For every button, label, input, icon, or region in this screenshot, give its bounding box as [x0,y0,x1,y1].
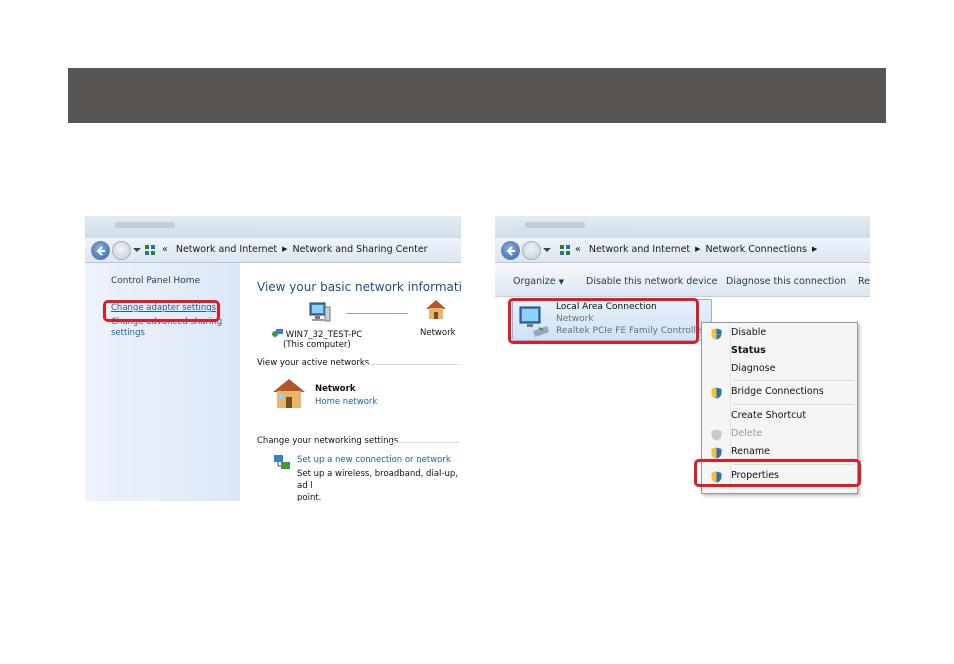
setup-connection-link[interactable]: Set up a new connection or network [297,455,451,465]
address-bar[interactable]: « Network and Internet ▶ Network Connectio… [495,238,870,263]
menu-separator [733,380,854,381]
menu-item-rename[interactable]: Rename [731,446,770,457]
setup-network-icon [274,455,290,469]
advanced-line-2: settings [111,328,145,338]
menu-item-delete: Delete [731,428,763,439]
breadcrumb[interactable]: « Network and Internet ▶ Network Connectio… [575,244,822,255]
menu-item-disable[interactable]: Disable [731,327,766,338]
organize-label: Organize [513,276,556,287]
diagnose-connection-button[interactable]: Diagnose this connection [726,276,846,287]
header-banner [68,68,886,123]
computer-name-text: WIN7_32_TEST-PC [285,330,363,340]
command-toolbar: Organize ▼ Disable this network device D… [495,263,870,297]
setup-desc-line-2: point. [297,493,322,501]
page-title: View your basic network information ar [257,280,461,294]
main-content: View your basic network information ar W… [240,263,461,501]
breadcrumb-network-internet[interactable]: Network and Internet [589,244,690,255]
shield-icon [711,387,722,399]
disable-device-button[interactable]: Disable this network device [586,276,717,287]
menu-item-bridge[interactable]: Bridge Connections [731,386,824,397]
network-sharing-center-window: « Network and Internet ▶ Network and Shari… [85,216,461,501]
back-arrow-icon[interactable] [501,241,520,260]
computer-small-icon [272,329,283,337]
house-icon [426,300,446,319]
chevron-down-icon: ▼ [558,278,564,286]
highlight-box-adapter-settings [103,300,220,322]
sidebar: Control Panel Home Change adapter settin… [85,263,240,501]
address-bar[interactable]: « Network and Internet ▶ Network and Shari… [85,238,461,263]
breadcrumb-overflow[interactable]: « [575,244,581,255]
shield-icon [711,447,722,459]
divider [365,364,459,365]
menu-item-create-shortcut[interactable]: Create Shortcut [731,410,806,421]
network-icon [560,245,570,255]
window-title-strip [85,216,461,238]
forward-arrow-icon[interactable] [522,241,541,260]
organize-button[interactable]: Organize ▼ [513,276,564,287]
shield-icon [711,429,722,441]
breadcrumb-network-internet[interactable]: Network and Internet [176,244,277,255]
house-network-icon [273,379,305,408]
divider [390,442,459,443]
breadcrumb-arrow-icon: ▶ [695,245,701,253]
computer-icon [309,302,331,322]
menu-item-status[interactable]: Status [731,345,766,356]
networking-settings-title: Change your networking settings [257,436,399,446]
highlight-box-connection [508,298,699,344]
menu-separator [733,404,854,405]
setup-description: Set up a wireless, broadband, dial-up, a… [297,468,461,501]
network-label: Network [420,328,456,338]
computer-name: WIN7_32_TEST-PC [271,328,362,340]
active-network-name: Network [315,384,356,394]
network-connections-window: « Network and Internet ▶ Network Connectio… [495,216,870,516]
breadcrumb-overflow[interactable]: « [162,244,168,255]
connection-line [346,313,408,314]
history-dropdown-icon[interactable] [543,248,551,252]
rename-button[interactable]: Re [858,276,870,287]
highlight-box-properties [694,459,861,487]
breadcrumb-arrow-icon: ▶ [811,245,818,253]
breadcrumb[interactable]: « Network and Internet ▶ Network and Shari… [162,244,428,255]
back-arrow-icon[interactable] [91,241,110,260]
shield-icon [711,328,722,340]
forward-arrow-icon[interactable] [112,241,131,260]
control-panel-home-link[interactable]: Control Panel Home [111,276,200,286]
window-title-strip [495,216,870,238]
history-dropdown-icon[interactable] [133,248,141,252]
this-computer-label: (This computer) [283,340,351,350]
menu-item-diagnose[interactable]: Diagnose [731,363,775,374]
breadcrumb-network-connections[interactable]: Network Connections [706,244,807,255]
breadcrumb-sharing-center[interactable]: Network and Sharing Center [293,244,428,255]
active-networks-title: View your active networks [257,358,370,368]
home-network-link[interactable]: Home network [315,397,377,407]
setup-desc-line-1: Set up a wireless, broadband, dial-up, a… [297,469,458,491]
network-icon [145,245,155,255]
breadcrumb-arrow-icon: ▶ [282,245,288,253]
